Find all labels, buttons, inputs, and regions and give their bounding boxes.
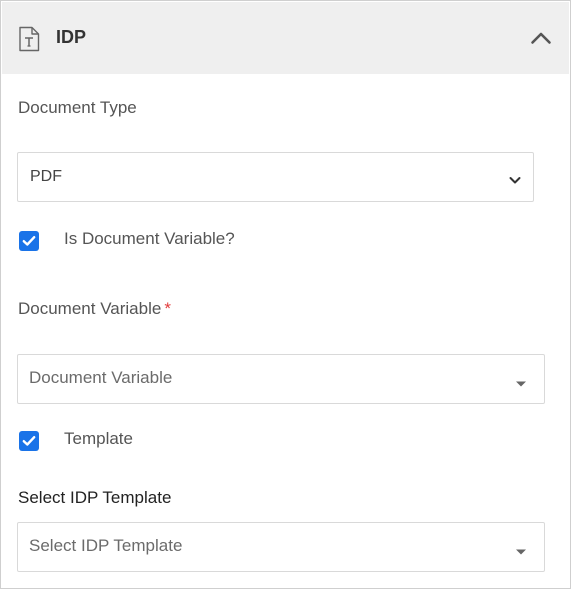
- select-idp-template-label: Select IDP Template: [18, 488, 172, 507]
- idp-panel: IDP Document Type PDF Is Document Variab…: [0, 0, 571, 589]
- idp-template-placeholder: Select IDP Template: [29, 536, 183, 555]
- document-type-value: PDF: [30, 168, 62, 185]
- panel-header[interactable]: IDP: [2, 2, 569, 74]
- document-variable-label-text: Document Variable: [18, 299, 162, 318]
- caret-down-icon: [515, 375, 527, 393]
- checkmark-icon: [22, 236, 36, 246]
- template-label: Template: [64, 429, 133, 448]
- template-checkbox[interactable]: [19, 431, 39, 451]
- document-type-select[interactable]: PDF: [17, 152, 534, 202]
- required-asterisk: *: [164, 299, 171, 318]
- document-variable-placeholder: Document Variable: [29, 368, 173, 387]
- is-document-variable-checkbox[interactable]: [19, 231, 39, 251]
- chevron-down-icon: [509, 172, 521, 190]
- is-document-variable-label: Is Document Variable?: [64, 229, 235, 248]
- document-type-label: Document Type: [18, 98, 137, 117]
- document-variable-label: Document Variable *: [18, 299, 171, 319]
- panel-title: IDP: [56, 27, 87, 47]
- document-variable-select[interactable]: Document Variable: [17, 354, 545, 404]
- idp-template-select[interactable]: Select IDP Template: [17, 522, 545, 572]
- chevron-up-icon[interactable]: [527, 24, 555, 52]
- checkmark-icon: [22, 436, 36, 446]
- text-document-icon: [18, 26, 40, 52]
- caret-down-icon: [515, 543, 527, 561]
